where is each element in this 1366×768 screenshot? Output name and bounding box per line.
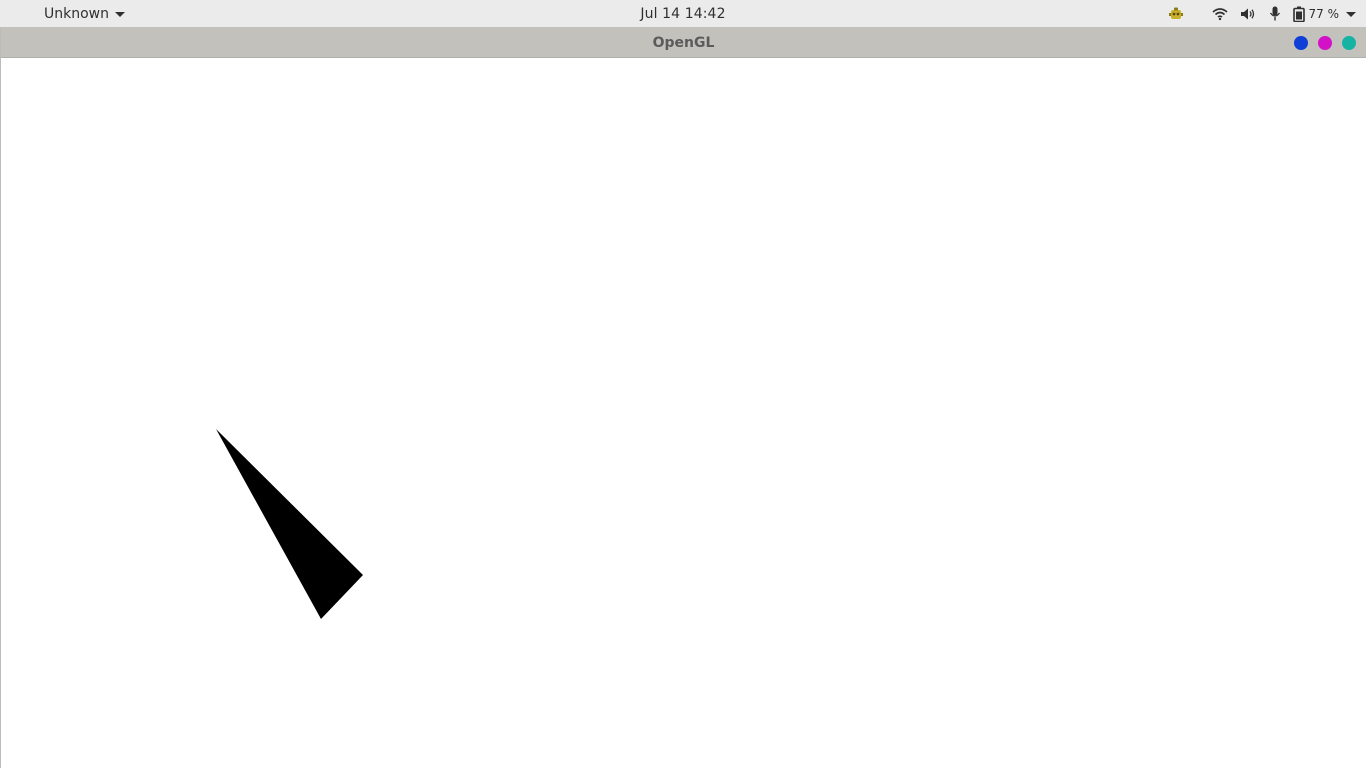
opengl-canvas[interactable] (1, 58, 1366, 768)
window-controls (1294, 27, 1356, 58)
battery-icon (1292, 6, 1305, 22)
volume-icon[interactable] (1237, 7, 1259, 21)
clock-area: Jul 14 14:42 (0, 0, 1366, 27)
opengl-window: OpenGL (0, 27, 1366, 768)
battery-indicator[interactable]: 77 % (1292, 6, 1356, 22)
close-button[interactable] (1342, 35, 1356, 50)
top-bar: Unknown Jul 14 14:42 77 % (0, 0, 1366, 27)
system-tray: 77 % (1163, 0, 1366, 27)
window-titlebar[interactable]: OpenGL (1, 27, 1366, 58)
app-menu-label: Unknown (44, 5, 109, 22)
app-indicator-icon[interactable] (1163, 6, 1189, 22)
app-menu[interactable]: Unknown (44, 0, 125, 27)
maximize-button[interactable] (1318, 35, 1332, 50)
microphone-icon[interactable] (1265, 6, 1285, 21)
chevron-down-icon (115, 12, 125, 17)
system-menu-caret-icon (1346, 12, 1356, 17)
clock[interactable]: Jul 14 14:42 (640, 6, 725, 22)
window-title: OpenGL (652, 34, 715, 51)
minimize-button[interactable] (1294, 35, 1308, 50)
battery-percent: 77 % (1308, 6, 1340, 21)
scene-svg (216, 429, 363, 619)
black-triangle (216, 429, 363, 619)
wifi-icon[interactable] (1209, 7, 1231, 21)
